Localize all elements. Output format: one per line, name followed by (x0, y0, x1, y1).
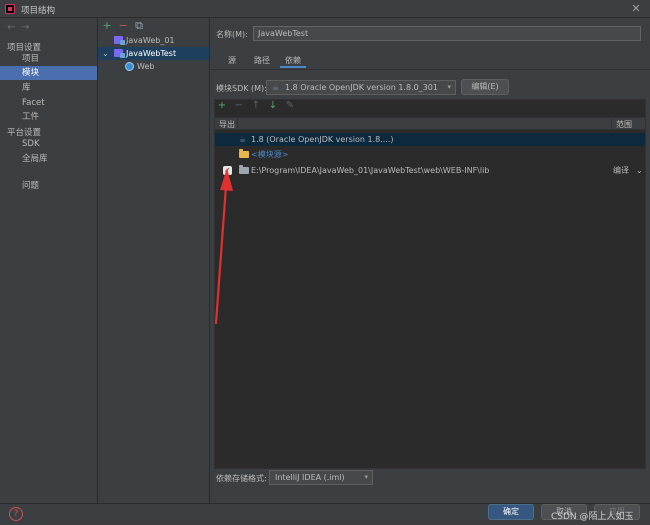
module-sdk-select[interactable]: ☕ 1.8 Oracle OpenJDK version 1.8.0_301 ▾ (266, 80, 456, 95)
back-arrow-icon[interactable]: ← (7, 22, 17, 34)
nav-item-problems[interactable]: 问题 (0, 179, 97, 193)
storage-format-value: IntelliJ IDEA (.iml) (275, 473, 345, 482)
module-settings-panel: 名称(M): JavaWebTest 源 路径 依赖 模块SDK (M): ☕ … (210, 18, 650, 503)
ok-button[interactable]: 确定 (488, 504, 534, 520)
dependency-label: <模块源> (251, 150, 289, 159)
column-divider (611, 118, 612, 130)
storage-format-select[interactable]: IntelliJ IDEA (.iml) ▾ (269, 470, 373, 485)
remove-dependency-icon[interactable]: − (233, 100, 245, 112)
dependency-row-jdk[interactable]: ☕ 1.8 (Oracle OpenJDK version 1.8....) (215, 133, 645, 146)
tree-item-javaweb01[interactable]: JavaWeb_01 (98, 34, 209, 47)
name-label: 名称(M): (216, 30, 248, 39)
nav-item-libraries[interactable]: 库 (0, 81, 97, 95)
dependency-row-module-source[interactable]: <模块源> (215, 148, 645, 161)
module-sdk-value: 1.8 Oracle OpenJDK version 1.8.0_301 (285, 83, 438, 92)
tab-divider (210, 69, 650, 70)
jdk-icon: ☕ (239, 135, 247, 144)
chevron-down-icon: ▾ (447, 83, 451, 91)
storage-format-label: 依赖存储格式: (216, 474, 267, 483)
tab-paths[interactable]: 路径 (252, 54, 272, 68)
nav-item-sdk[interactable]: SDK (0, 137, 97, 151)
tree-item-label: Web (137, 62, 155, 71)
help-button[interactable]: ? (9, 507, 23, 521)
module-sdk-label: 模块SDK (M): (216, 84, 267, 93)
nav-item-modules[interactable]: 模块 (0, 66, 97, 80)
move-up-icon[interactable]: ↑ (250, 100, 262, 112)
chevron-down-icon[interactable]: ⌄ (102, 47, 109, 60)
edit-dependency-icon[interactable]: ✎ (284, 100, 296, 112)
module-icon (114, 36, 125, 45)
dependency-label: E:\Program\IDEA\JavaWeb_01\JavaWebTest\w… (251, 166, 490, 175)
csdn-watermark: CSDN @陌上人如玉 (551, 512, 634, 522)
module-name-input[interactable]: JavaWebTest (253, 26, 641, 41)
add-dependency-icon[interactable]: + (216, 100, 228, 112)
scope-value[interactable]: 编译 (613, 164, 629, 177)
move-down-icon[interactable]: ↓ (267, 100, 279, 112)
dependency-label: 1.8 (Oracle OpenJDK version 1.8....) (251, 135, 394, 144)
dependency-row-lib[interactable]: ✓ E:\Program\IDEA\JavaWeb_01\JavaWebTest… (215, 164, 645, 177)
dependencies-header: 导出 范围 (215, 117, 645, 130)
module-tree-panel: + − ⧉ JavaWeb_01 ⌄ JavaWebTest Web (98, 18, 210, 503)
tree-item-label: JavaWeb_01 (126, 36, 175, 45)
dialog-footer: ? 确定 取消 应用 CSDN @陌上人如玉 (0, 503, 650, 525)
add-module-icon[interactable]: + (101, 20, 113, 32)
scope-column-header[interactable]: 范围 (616, 119, 632, 130)
copy-module-icon[interactable]: ⧉ (133, 20, 145, 32)
module-icon (114, 49, 125, 58)
red-annotation-arrow (214, 168, 233, 325)
tree-item-javawebtest[interactable]: ⌄ JavaWebTest (98, 47, 209, 60)
nav-item-facet[interactable]: Facet (0, 96, 97, 110)
web-facet-icon (125, 62, 134, 71)
nav-item-project[interactable]: 项目 (0, 52, 97, 66)
tree-item-label: JavaWebTest (126, 49, 177, 58)
folder-icon (239, 149, 249, 158)
chevron-down-icon[interactable]: ⌄ (636, 164, 643, 177)
column-divider (237, 118, 238, 130)
remove-module-icon[interactable]: − (117, 20, 129, 32)
settings-nav: ← → 项目设置 项目 模块 库 Facet 工件 平台设置 SDK 全局库 问… (0, 18, 98, 503)
nav-item-artifacts[interactable]: 工件 (0, 110, 97, 124)
intellij-app-icon (5, 4, 15, 14)
tab-sources[interactable]: 源 (224, 54, 240, 68)
chevron-down-icon: ▾ (364, 473, 368, 481)
jdk-icon: ☕ (272, 83, 280, 92)
close-button[interactable]: ✕ (629, 2, 643, 16)
export-column-header[interactable]: 导出 (219, 119, 235, 130)
nav-item-global-libraries[interactable]: 全局库 (0, 152, 97, 166)
title-bar: 项目结构 ✕ (0, 0, 650, 18)
window-title: 项目结构 (21, 6, 56, 16)
tree-item-web[interactable]: Web (98, 60, 209, 73)
tab-dependencies[interactable]: 依赖 (280, 54, 306, 68)
edit-sdk-button[interactable]: 编辑(E) (461, 79, 509, 95)
forward-arrow-icon[interactable]: → (21, 22, 31, 34)
